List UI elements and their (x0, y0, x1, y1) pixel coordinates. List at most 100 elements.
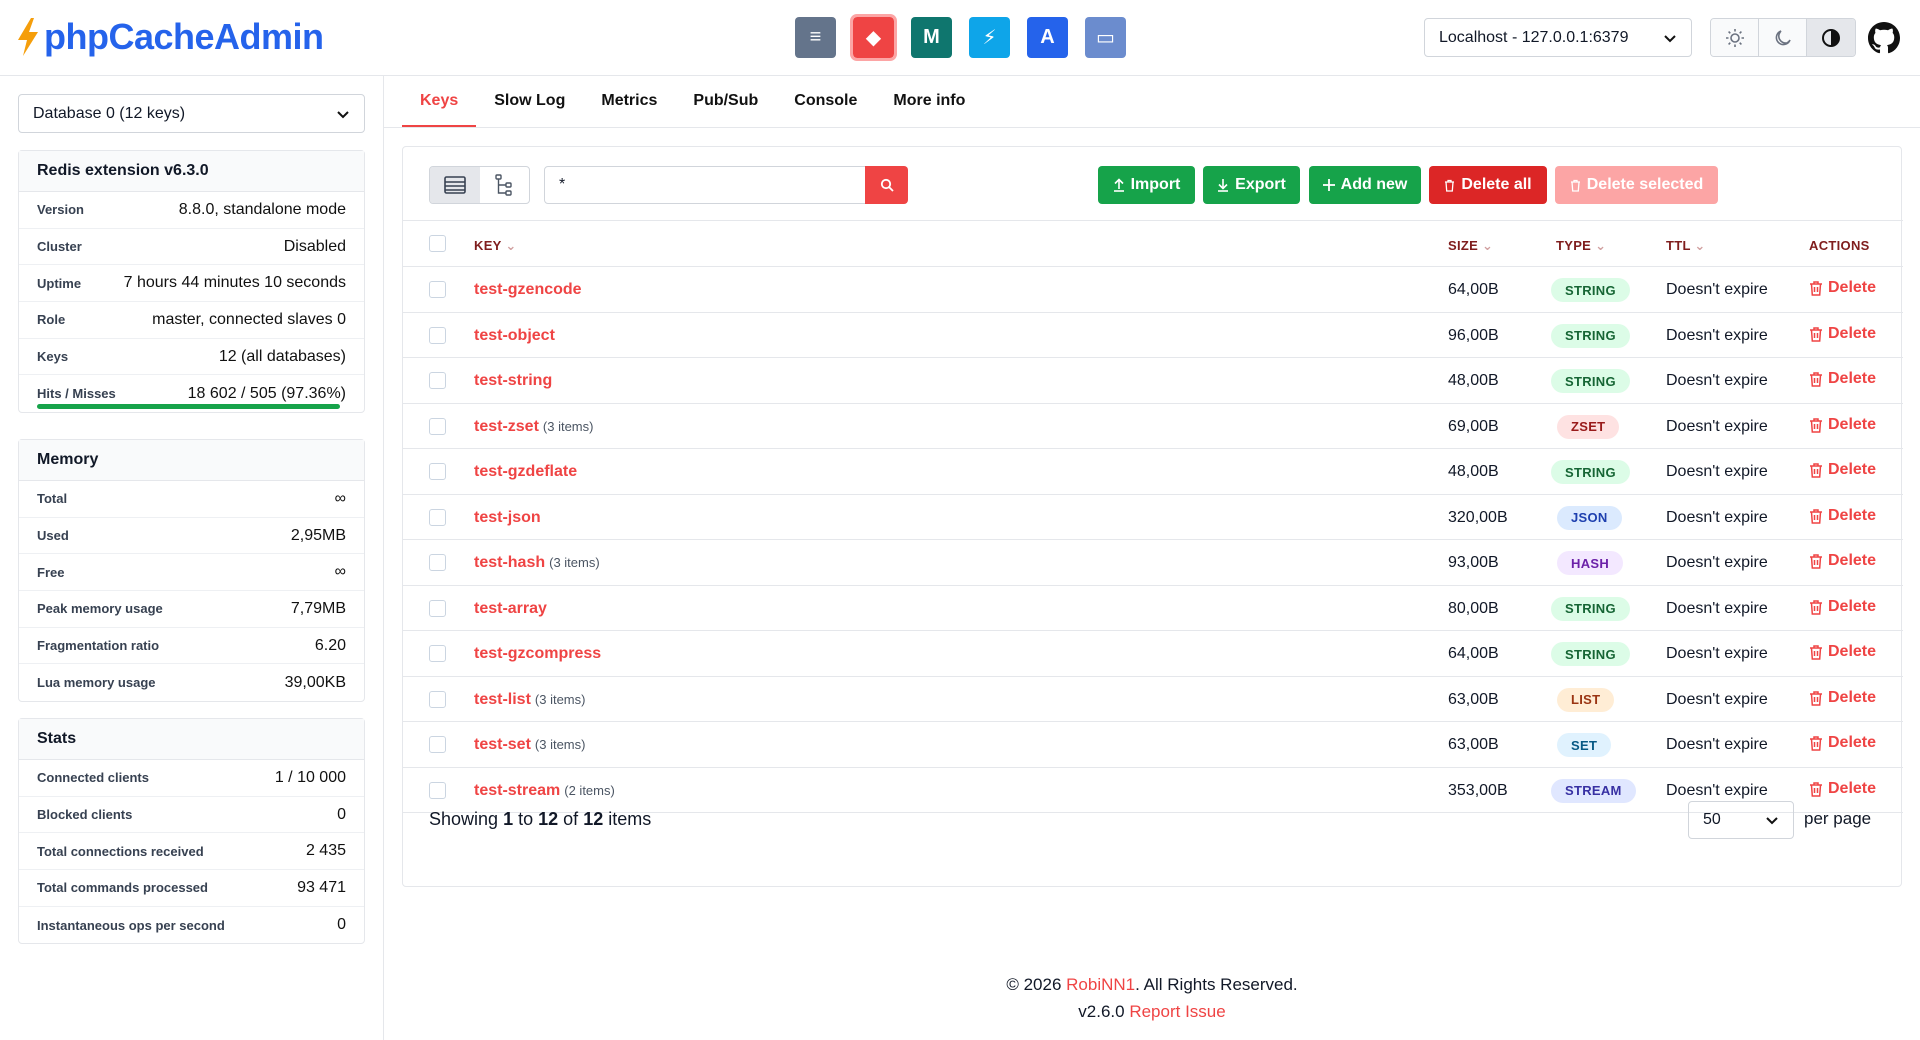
folder-icon[interactable]: ▭ (1085, 17, 1126, 58)
server-select[interactable]: Localhost - 127.0.0.1:6379 (1424, 18, 1692, 57)
key-link[interactable]: test-set (3 items) (474, 736, 585, 754)
table-view-button[interactable] (430, 167, 480, 203)
tab-console[interactable]: Console (776, 76, 875, 128)
key-item-count: (3 items) (549, 555, 600, 570)
report-issue-link[interactable]: Report Issue (1129, 1002, 1225, 1021)
key-ttl: Doesn't expire (1666, 372, 1768, 389)
delete-key-button[interactable]: Delete (1809, 370, 1876, 388)
opcache-icon[interactable]: ⚡ (969, 17, 1010, 58)
key-link[interactable]: test-hash (3 items) (474, 554, 600, 572)
showing-of-word: of (563, 809, 579, 829)
key-link[interactable]: test-zset (3 items) (474, 418, 593, 436)
delete-key-button[interactable]: Delete (1809, 643, 1876, 661)
showing-text: Showing 1 to 12 of 12 items (429, 809, 651, 830)
delete-key-button[interactable]: Delete (1809, 461, 1876, 479)
key-link[interactable]: test-array (474, 600, 551, 618)
tab-keys[interactable]: Keys (402, 76, 477, 128)
type-badge: SET (1557, 733, 1612, 757)
per-page-label: per page (1804, 809, 1872, 828)
delete-key-button[interactable]: Delete (1809, 734, 1876, 752)
key-ttl: Doesn't expire (1666, 645, 1768, 662)
select-all-checkbox[interactable] (429, 235, 446, 252)
key-link[interactable]: test-object (474, 327, 559, 345)
key-link[interactable]: test-gzencode (474, 281, 586, 299)
row-checkbox[interactable] (429, 281, 446, 298)
delete-key-button[interactable]: Delete (1809, 689, 1876, 707)
info-row: Uptime 7 hours 44 minutes 10 seconds (19, 265, 364, 303)
key-size: 96,00B (1448, 326, 1499, 344)
server-info-title: Redis extension v6.3.0 (19, 151, 364, 192)
info-value: ∞ (334, 563, 346, 581)
key-link[interactable]: test-gzdeflate (474, 463, 581, 481)
key-link[interactable]: test-string (474, 372, 556, 390)
delete-label: Delete (1828, 552, 1877, 569)
key-size: 63,00B (1448, 690, 1499, 708)
key-ttl: Doesn't expire (1666, 281, 1768, 298)
delete-key-button[interactable]: Delete (1809, 598, 1876, 616)
database-select[interactable]: Database 0 (12 keys) (18, 94, 365, 133)
ttl-column-header[interactable]: TTL ⌄ (1666, 238, 1706, 254)
info-value: 8.8.0, standalone mode (178, 200, 346, 218)
key-link[interactable]: test-json (474, 509, 545, 527)
logo[interactable]: phpCacheAdmin (16, 14, 324, 60)
stats-title: Stats (19, 719, 364, 760)
row-checkbox[interactable] (429, 372, 446, 389)
info-row: Used 2,95MB (19, 518, 364, 555)
type-column-header[interactable]: TYPE ⌄ (1556, 238, 1606, 254)
info-label: Fragmentation ratio (37, 638, 160, 654)
delete-all-button[interactable]: Delete all (1429, 166, 1547, 204)
delete-key-button[interactable]: Delete (1809, 507, 1876, 525)
row-checkbox[interactable] (429, 690, 446, 708)
dark-theme-button[interactable] (1759, 19, 1807, 56)
row-checkbox[interactable] (429, 554, 446, 571)
tab-metrics[interactable]: Metrics (583, 76, 675, 128)
delete-key-button[interactable]: Delete (1809, 416, 1876, 434)
row-checkbox[interactable] (429, 645, 446, 662)
key-link[interactable]: test-gzcompress (474, 645, 605, 663)
server-icon[interactable]: ≡ (795, 17, 836, 58)
redis-icon[interactable]: ◆ (850, 14, 897, 61)
row-checkbox[interactable] (429, 599, 446, 617)
delete-label: Delete (1828, 688, 1877, 706)
row-checkbox[interactable] (429, 463, 446, 480)
row-checkbox[interactable] (429, 736, 446, 753)
add-new-button[interactable]: Add new (1309, 166, 1421, 204)
info-value: 93 471 (297, 878, 346, 896)
key-size: 320,00B (1448, 508, 1508, 526)
tree-icon (495, 174, 512, 196)
key-column-header[interactable]: KEY ⌄ (474, 238, 517, 254)
delete-key-button[interactable]: Delete (1809, 552, 1876, 570)
keys-card: * Import Export Add new Delete all Delet… (402, 146, 1903, 887)
light-theme-button[interactable] (1711, 19, 1759, 56)
tree-view-button[interactable] (480, 167, 530, 203)
tab-slow-log[interactable]: Slow Log (476, 76, 583, 128)
tab-pub-sub[interactable]: Pub/Sub (675, 76, 776, 128)
info-label: Role (37, 312, 66, 328)
row-checkbox[interactable] (429, 508, 446, 526)
delete-key-button[interactable]: Delete (1809, 325, 1876, 343)
type-badge: LIST (1557, 687, 1615, 712)
delete-selected-button[interactable]: Delete selected (1555, 166, 1718, 204)
delete-key-button[interactable]: Delete (1809, 279, 1876, 297)
info-label: Uptime (37, 275, 82, 291)
search-button[interactable] (865, 166, 908, 204)
export-button[interactable]: Export (1203, 166, 1300, 204)
tab-more-info[interactable]: More info (875, 76, 983, 128)
key-name: test-json (474, 508, 541, 526)
size-column-header[interactable]: SIZE ⌄ (1448, 238, 1493, 254)
row-checkbox[interactable] (429, 417, 446, 435)
table-row: test-gzencode 64,00B STRING Doesn't expire D… (403, 267, 1903, 313)
info-label: Connected clients (37, 770, 149, 786)
table-row: test-json 320,00B JSON Doesn't expire Delete (403, 495, 1903, 540)
search-input[interactable]: * (544, 166, 867, 204)
system-theme-button[interactable] (1807, 19, 1855, 56)
memcached-icon[interactable]: M (911, 17, 952, 58)
per-page-select[interactable]: 50 (1688, 801, 1794, 839)
author-link[interactable]: RobiNN1 (1066, 975, 1135, 994)
copyright-prefix: © 2026 (1006, 975, 1062, 994)
import-button[interactable]: Import (1098, 166, 1195, 204)
row-checkbox[interactable] (429, 326, 446, 344)
github-link[interactable] (1868, 22, 1900, 59)
key-link[interactable]: test-list (3 items) (474, 691, 585, 709)
apcu-icon[interactable]: A (1027, 17, 1068, 58)
